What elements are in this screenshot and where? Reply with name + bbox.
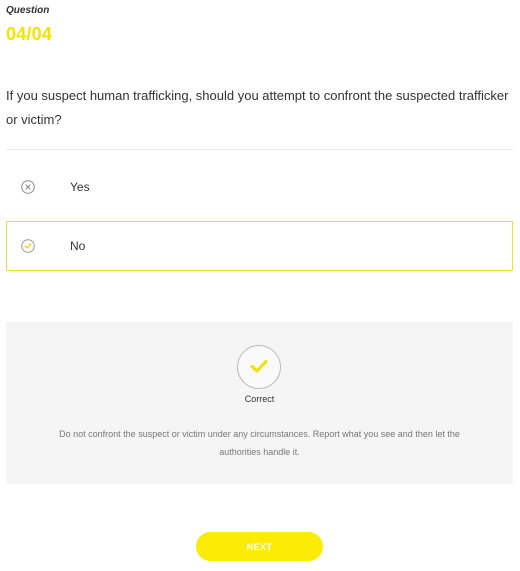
option-no[interactable]: No bbox=[6, 221, 513, 271]
option-yes[interactable]: Yes bbox=[6, 162, 513, 212]
feedback-text: Do not confront the suspect or victim un… bbox=[59, 429, 460, 457]
next-button[interactable]: NEXT bbox=[196, 532, 323, 561]
feedback-panel: Correct Do not confront the suspect or v… bbox=[6, 322, 513, 484]
question-text: If you suspect human trafficking, should… bbox=[6, 88, 509, 127]
option-label: Yes bbox=[70, 180, 90, 194]
option-label: No bbox=[70, 239, 86, 253]
check-circle-icon bbox=[21, 239, 35, 253]
question-label: Question bbox=[6, 5, 50, 16]
divider bbox=[6, 149, 513, 150]
x-circle-icon bbox=[21, 180, 35, 194]
check-icon bbox=[250, 360, 268, 373]
question-counter: 04/04 bbox=[6, 24, 53, 44]
feedback-status: Correct bbox=[244, 394, 275, 404]
feedback-badge bbox=[237, 345, 281, 389]
